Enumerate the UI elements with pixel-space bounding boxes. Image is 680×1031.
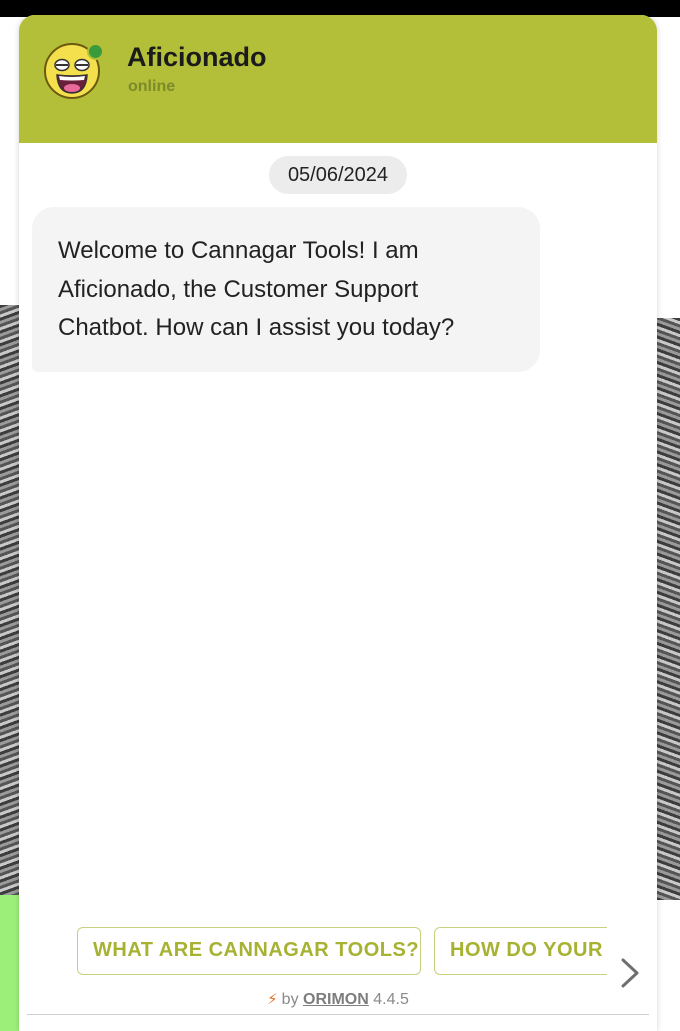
background-image-left — [0, 305, 20, 895]
bot-name: Aficionado — [127, 42, 267, 72]
online-status-dot — [87, 43, 104, 60]
footer-divider — [27, 1014, 649, 1015]
bot-status: online — [128, 78, 176, 95]
background-green-panel — [0, 895, 20, 1031]
orimon-link[interactable]: ORIMON — [303, 991, 369, 1008]
suggestion-chip-how-do-your[interactable]: HOW DO YOUR T — [434, 927, 607, 975]
chat-widget: Aficionado online 05/06/2024 Welcome to … — [19, 15, 657, 1031]
suggestion-chip-cannagar-tools[interactable]: WHAT ARE CANNAGAR TOOLS? — [77, 927, 421, 975]
date-separator: 05/06/2024 — [269, 156, 407, 194]
chat-header: Aficionado online — [19, 15, 657, 143]
by-label: by — [281, 991, 299, 1008]
suggestion-chips: WHAT ARE CANNAGAR TOOLS? HOW DO YOUR T — [77, 927, 607, 977]
powered-by: ⚡ by ORIMON 4.4.5 — [19, 990, 657, 1009]
background-image-right — [656, 318, 680, 900]
chevron-right-icon[interactable] — [617, 956, 643, 990]
version-label: 4.4.5 — [373, 991, 409, 1008]
lightning-icon: ⚡ — [267, 991, 278, 1008]
bot-message-bubble: Welcome to Cannagar Tools! I am Aficiona… — [32, 207, 540, 372]
